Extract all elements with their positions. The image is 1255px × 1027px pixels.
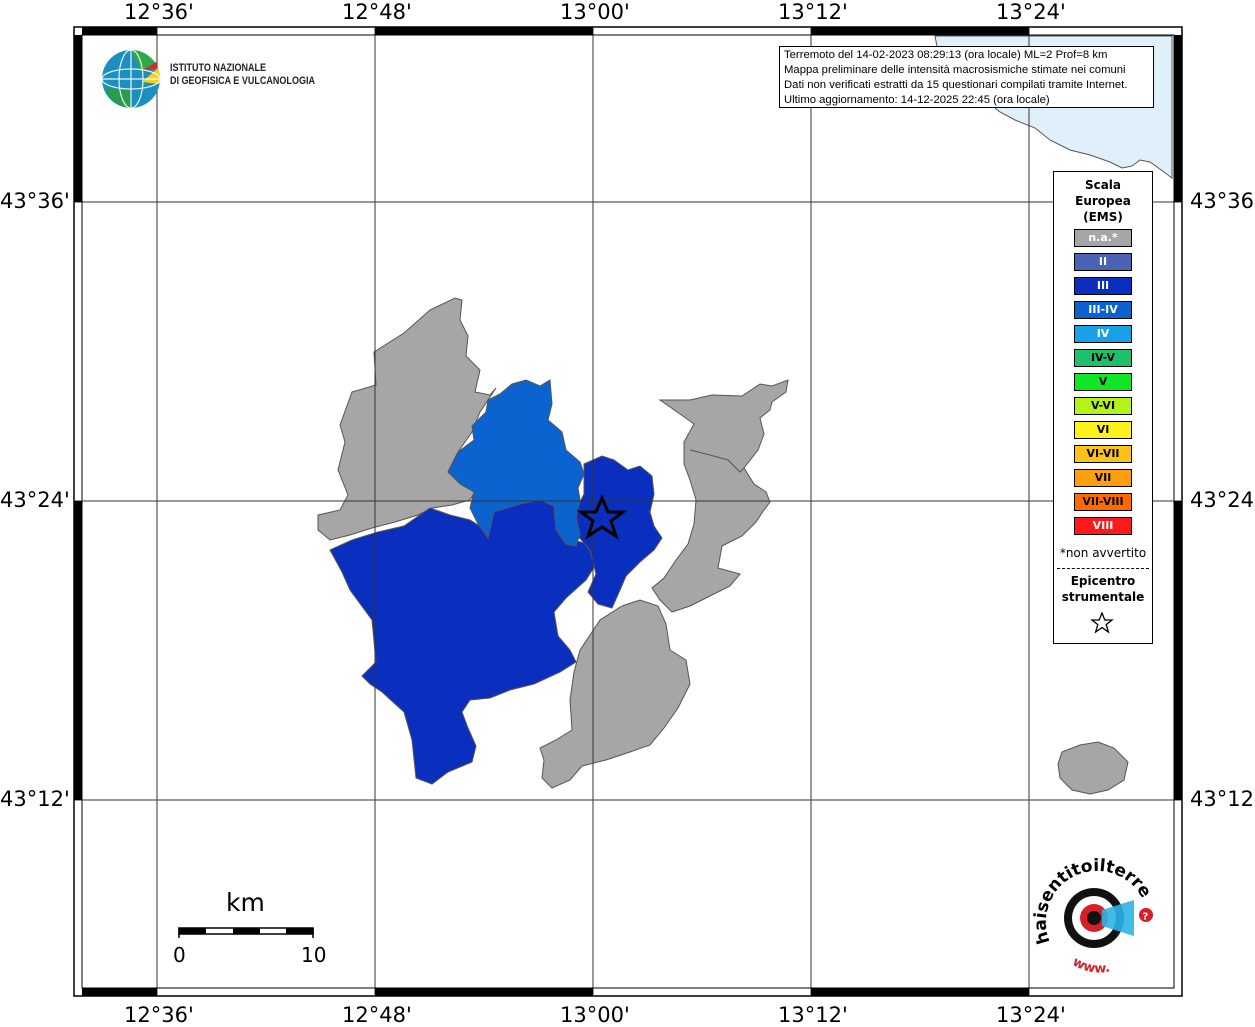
event-info-line: Terremoto del 14-02-2023 08:29:13 (ora l… <box>784 49 1108 61</box>
lat-label-right: 43°36' <box>1190 189 1255 213</box>
legend-swatch: V-VI <box>1074 397 1132 415</box>
legend-rows: n.a.* II III III-IV IV IV-V V V-VI VI VI-VII VII VI… <box>1074 229 1132 541</box>
scale-end: 10 <box>301 943 327 967</box>
lat-label-right: 43°12' <box>1190 787 1255 811</box>
legend-swatch: VII <box>1074 469 1132 487</box>
legend-swatch: VI-VII <box>1074 445 1132 463</box>
legend-title-line: Europea <box>1075 194 1131 208</box>
event-info-line: Mappa preliminare delle intensità macros… <box>784 64 1126 76</box>
lon-label-top: 12°48' <box>342 0 412 24</box>
lon-label-bottom: 13°12' <box>778 1003 848 1027</box>
legend-epicenter-label: Epicentro strumentale <box>1054 573 1152 605</box>
event-info-line: Dati non verificati estratti da 15 quest… <box>784 79 1128 91</box>
hst-logo: haisentitoilterremoto.it www. ? <box>1032 852 1155 977</box>
ingv-globe-icon <box>101 49 161 109</box>
legend-epicenter-line: strumentale <box>1061 590 1145 604</box>
lat-label-right: 43°24' <box>1190 488 1255 512</box>
municipality-na-east <box>651 379 789 613</box>
lon-label-bottom: 13°00' <box>560 1003 630 1027</box>
ingv-name-line2: DI GEOFISICA E VULCANOLOGIA <box>170 75 315 87</box>
lon-label-top: 13°00' <box>560 0 630 24</box>
lon-label-bottom: 12°48' <box>342 1003 412 1027</box>
legend-epicenter-line: Epicentro <box>1070 574 1136 588</box>
legend-swatch: VI <box>1074 421 1132 439</box>
scale-start: 0 <box>173 943 186 967</box>
legend-swatch: III <box>1074 277 1132 295</box>
legend-swatch: IV <box>1074 325 1132 343</box>
municipality-na-far-east <box>1057 741 1129 795</box>
ingv-name-line1: ISTITUTO NAZIONALE <box>170 62 267 74</box>
event-info-line: Ultimo aggiornamento: 14-12-2025 22:45 (… <box>784 94 1050 106</box>
scale-unit: km <box>226 888 265 917</box>
legend-star-icon <box>1090 612 1114 634</box>
hst-www-text: www. <box>1070 955 1111 977</box>
legend-title-line: Scala <box>1084 178 1122 192</box>
legend-swatch: VIII <box>1074 517 1132 535</box>
legend-swatch: III-IV <box>1074 301 1132 319</box>
legend-swatch: V <box>1074 373 1132 391</box>
lon-label-top: 12°36' <box>124 0 194 24</box>
ingv-name: ISTITUTO NAZIONALE DI GEOFISICA E VULCAN… <box>170 62 315 88</box>
lon-label-bottom: 12°36' <box>124 1003 194 1027</box>
lon-label-bottom: 13°24' <box>996 1003 1066 1027</box>
legend-note: *non avvertito <box>1059 546 1147 560</box>
municipality-na-west <box>317 297 497 541</box>
lat-label-left: 43°36' <box>0 189 70 213</box>
legend-swatch: II <box>1074 253 1132 271</box>
lon-label-top: 13°24' <box>996 0 1066 24</box>
legend-title-line: (EMS) <box>1083 210 1123 224</box>
legend-title: Scala Europea (EMS) <box>1054 177 1152 225</box>
lon-label-top: 13°12' <box>778 0 848 24</box>
event-info-box: Terremoto del 14-02-2023 08:29:13 (ora l… <box>779 46 1154 108</box>
legend-swatch: IV-V <box>1074 349 1132 367</box>
legend-swatch: VII-VIII <box>1074 493 1132 511</box>
ingv-logo: ISTITUTO NAZIONALE DI GEOFISICA E VULCAN… <box>100 48 340 110</box>
municipality-na-south <box>539 599 691 789</box>
legend-separator <box>1057 568 1149 569</box>
lat-label-left: 43°12' <box>0 787 70 811</box>
lat-label-left: 43°24' <box>0 488 70 512</box>
svg-text:?: ? <box>1143 912 1149 923</box>
legend-swatch: n.a.* <box>1074 229 1132 247</box>
ems-legend: Scala Europea (EMS) n.a.* II III III-IV IV IV… <box>1053 171 1153 644</box>
scale-bar: km 0 10 <box>170 888 330 968</box>
